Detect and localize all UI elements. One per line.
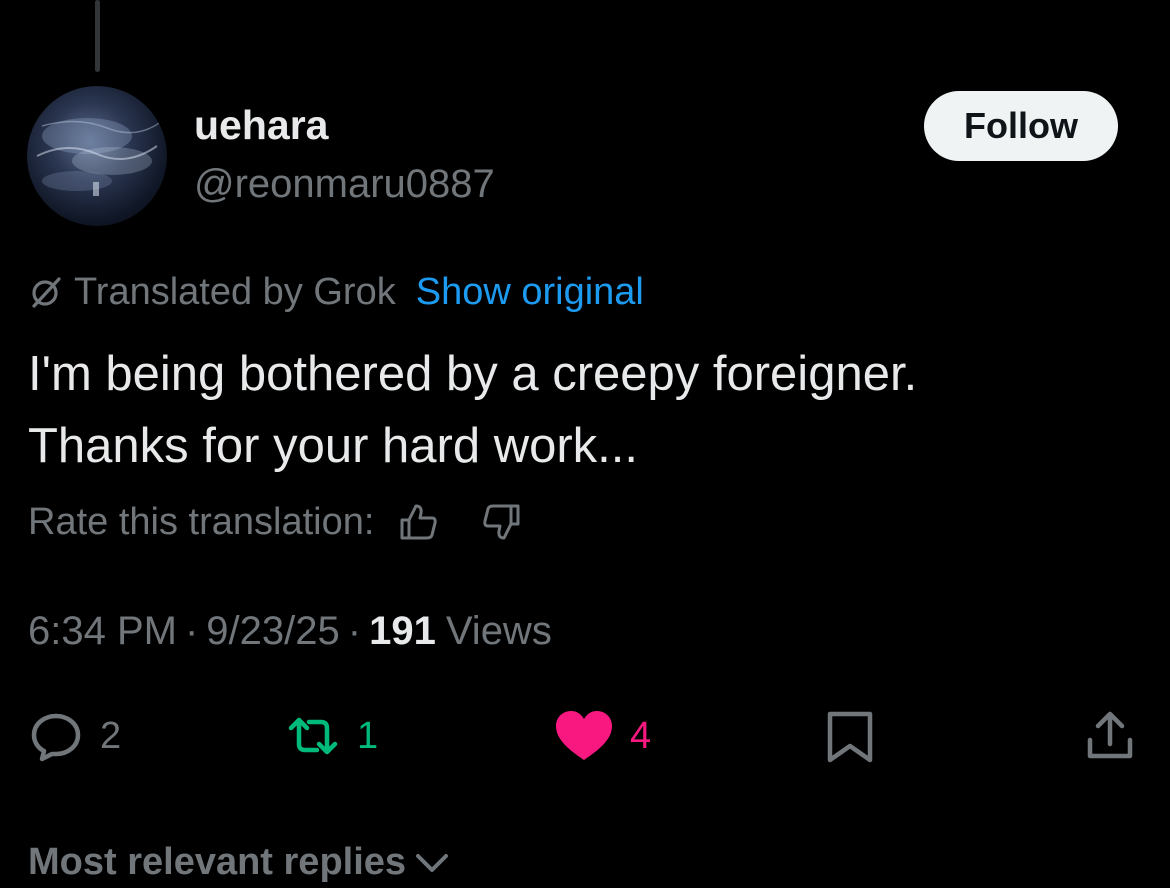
grok-slash-icon xyxy=(32,277,61,308)
rate-translation-row: Rate this translation: xyxy=(28,498,524,546)
thumbs-down-icon[interactable] xyxy=(480,500,524,544)
reply-count: 2 xyxy=(100,714,122,757)
show-original-link[interactable]: Show original xyxy=(416,271,644,314)
translated-by-label: Translated by Grok xyxy=(74,270,396,313)
bookmark-button[interactable] xyxy=(822,700,878,772)
share-button[interactable] xyxy=(1082,700,1138,772)
reply-bubble-icon xyxy=(31,713,81,762)
avatar-image xyxy=(36,118,163,196)
share-icon xyxy=(1087,711,1133,759)
post-text-line: Thanks for your hard work... xyxy=(28,419,639,473)
meta-separator: · xyxy=(184,608,199,653)
chevron-down-icon xyxy=(416,854,449,872)
thread-connector-line xyxy=(95,0,100,72)
rate-translation-label: Rate this translation: xyxy=(28,500,375,543)
thumbs-up-icon[interactable] xyxy=(396,500,440,544)
post-time: 6:34 PM xyxy=(28,608,177,653)
views-label: Views xyxy=(445,608,552,653)
like-button[interactable]: 4 xyxy=(554,700,651,772)
author-handle[interactable]: @reonmaru0887 xyxy=(194,162,495,207)
heart-filled-icon xyxy=(556,711,612,760)
repost-icon xyxy=(288,717,338,755)
previous-post-actions-cutoff xyxy=(0,0,1170,4)
avatar[interactable] xyxy=(27,86,167,226)
post-meta: 6:34 PM · 9/23/25 · 191 Views xyxy=(28,606,552,656)
replies-sort-dropdown[interactable]: Most relevant replies xyxy=(28,836,452,888)
post-date: 9/23/25 xyxy=(206,608,340,653)
author-display-name[interactable]: uehara xyxy=(194,102,328,149)
repost-button[interactable]: 1 xyxy=(285,700,378,772)
post-text: I'm being bothered by a creepy foreigner… xyxy=(28,338,1138,482)
post-text-line: I'm being bothered by a creepy foreigner… xyxy=(28,347,918,401)
translation-row: Translated by Grok Show original xyxy=(28,268,644,316)
repost-count: 1 xyxy=(357,714,379,757)
reply-button[interactable]: 2 xyxy=(28,700,121,772)
replies-sort-label: Most relevant replies xyxy=(28,840,407,883)
views-count[interactable]: 191 xyxy=(369,609,436,654)
bookmark-icon xyxy=(827,711,873,763)
meta-separator: · xyxy=(347,608,362,653)
like-count: 4 xyxy=(630,714,652,757)
follow-button[interactable]: Follow xyxy=(924,91,1118,161)
